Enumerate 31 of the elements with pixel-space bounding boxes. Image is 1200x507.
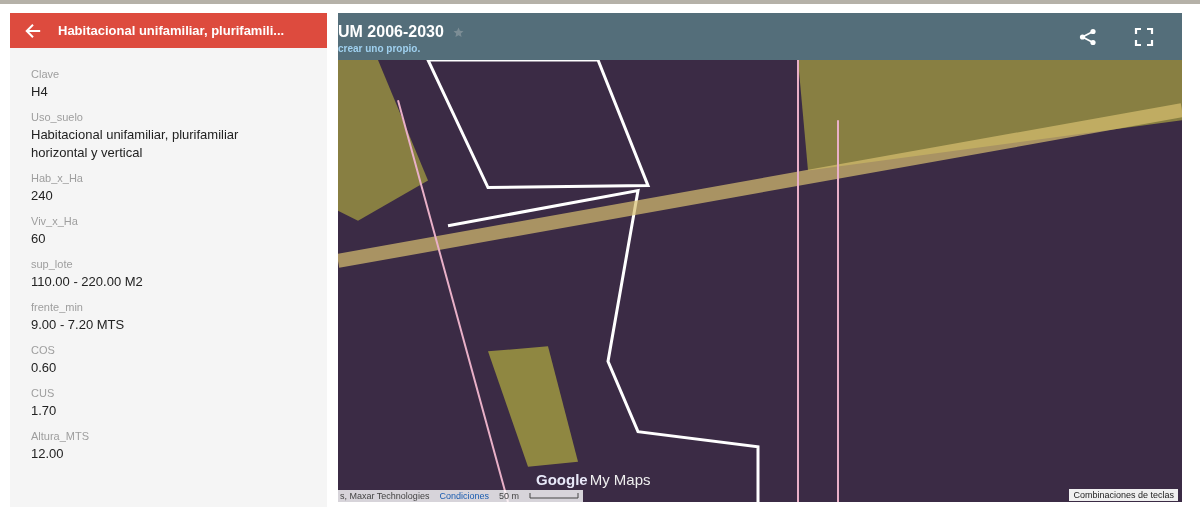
panel-title: Habitacional unifamiliar, plurifamili... [58,23,285,38]
field-value: H4 [31,83,49,101]
attribution-text: s, Maxar Technologies [340,491,430,501]
field-value: 110.00 - 220.00 M2 [31,273,144,291]
share-icon[interactable] [1078,26,1098,47]
field-value: 12.00 [31,445,65,463]
field-value: 1.70 [31,402,58,420]
scale-bar-icon [528,493,579,499]
fullscreen-icon[interactable] [1134,26,1154,47]
star-icon[interactable] [452,26,464,38]
map-title: UM 2006-2030 [338,23,444,41]
google-my-maps-logo: Google My Maps [536,471,651,488]
field-label: frente_min [31,301,84,313]
field-value: Habitacional unifamiliar, plurifamiliar horizontal y vertical [31,126,240,162]
field-label: sup_lote [31,258,74,270]
terms-link[interactable]: Condiciones [439,491,489,501]
field-label: Uso_suelo [31,111,84,123]
field-value: 9.00 - 7.20 MTS [31,316,126,334]
back-arrow-icon[interactable] [24,21,42,40]
scale-label: 50 m [498,491,519,501]
field-label: COS [31,344,56,356]
field-label: Altura_MTS [31,430,91,442]
field-label: Hab_x_Ha [31,172,84,184]
field-value: 0.60 [31,359,58,377]
field-value: 240 [31,187,54,205]
field-label: Clave [31,68,61,80]
keyboard-shortcuts-link[interactable]: Combinaciones de teclas [1069,489,1178,501]
satellite-map-placeholder[interactable]: Google My Maps s, Maxar Technologies Condiciones 50 m Combinaciones de teclas [338,60,1182,502]
field-label: CUS [31,387,56,399]
field-value: 60 [31,230,47,248]
field-label: Viv_x_Ha [31,215,79,227]
